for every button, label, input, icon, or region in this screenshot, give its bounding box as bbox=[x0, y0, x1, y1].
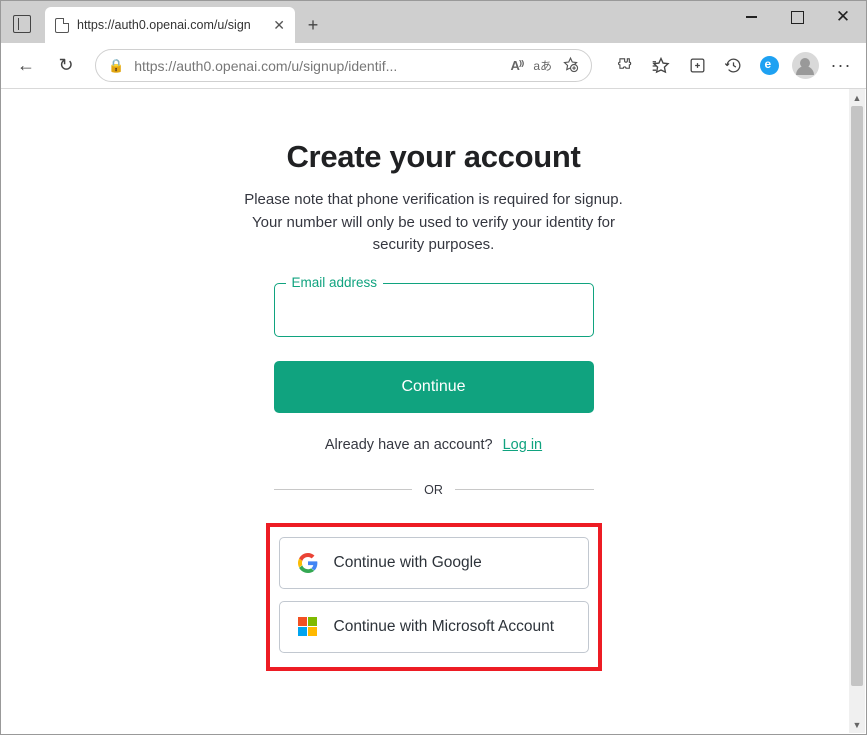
collections-icon[interactable] bbox=[680, 49, 714, 83]
more-menu-icon[interactable]: ··· bbox=[824, 49, 858, 83]
divider-text: OR bbox=[424, 483, 443, 497]
window-close-button[interactable]: ✕ bbox=[820, 1, 866, 33]
profile-avatar[interactable] bbox=[788, 49, 822, 83]
extensions-icon[interactable] bbox=[608, 49, 642, 83]
divider-line bbox=[274, 489, 413, 490]
login-prompt: Already have an account? bbox=[325, 437, 493, 453]
page-icon bbox=[55, 18, 69, 33]
google-button-label: Continue with Google bbox=[334, 554, 482, 572]
page-subtitle: Please note that phone verification is r… bbox=[244, 189, 624, 257]
login-row: Already have an account? Log in bbox=[164, 437, 704, 453]
address-bar[interactable]: 🔒 https://auth0.openai.com/u/signup/iden… bbox=[95, 49, 592, 82]
scrollbar-thumb[interactable] bbox=[851, 106, 863, 686]
history-icon[interactable] bbox=[716, 49, 750, 83]
continue-microsoft-button[interactable]: Continue with Microsoft Account bbox=[279, 601, 589, 653]
ie-mode-icon[interactable] bbox=[752, 49, 786, 83]
scroll-down-arrow[interactable]: ▼ bbox=[849, 716, 865, 733]
refresh-button[interactable] bbox=[49, 49, 83, 83]
lock-icon: 🔒 bbox=[108, 58, 124, 74]
back-button[interactable] bbox=[9, 49, 43, 83]
browser-toolbar: 🔒 https://auth0.openai.com/u/signup/iden… bbox=[1, 43, 866, 89]
favorite-icon[interactable] bbox=[562, 56, 579, 76]
email-input[interactable] bbox=[274, 283, 594, 337]
translate-icon[interactable]: aあ bbox=[533, 57, 552, 74]
email-label: Email address bbox=[286, 275, 384, 290]
browser-tab[interactable]: https://auth0.openai.com/u/sign ✕ bbox=[45, 7, 295, 43]
page-heading: Create your account bbox=[164, 139, 704, 175]
page-viewport: ▲ ▼ Create your account Please note that… bbox=[2, 89, 865, 733]
scroll-up-arrow[interactable]: ▲ bbox=[849, 89, 865, 106]
google-icon bbox=[298, 553, 318, 573]
tab-actions-icon[interactable] bbox=[13, 15, 31, 33]
microsoft-icon bbox=[298, 617, 318, 637]
continue-google-button[interactable]: Continue with Google bbox=[279, 537, 589, 589]
continue-button[interactable]: Continue bbox=[274, 361, 594, 413]
window-titlebar: https://auth0.openai.com/u/sign ✕ + ✕ bbox=[1, 1, 866, 43]
favorites-icon[interactable] bbox=[644, 49, 678, 83]
email-field-wrap: Email address bbox=[274, 283, 594, 337]
new-tab-button[interactable]: + bbox=[299, 11, 327, 39]
vertical-scrollbar[interactable]: ▲ ▼ bbox=[849, 89, 865, 733]
social-buttons-highlight: Continue with Google Continue with Micro… bbox=[266, 523, 602, 671]
tab-title: https://auth0.openai.com/u/sign bbox=[77, 18, 265, 32]
window-minimize-button[interactable] bbox=[728, 1, 774, 33]
microsoft-button-label: Continue with Microsoft Account bbox=[334, 618, 555, 636]
login-link[interactable]: Log in bbox=[503, 437, 543, 453]
window-maximize-button[interactable] bbox=[774, 1, 820, 33]
url-text: https://auth0.openai.com/u/signup/identi… bbox=[134, 58, 500, 74]
read-aloud-icon[interactable]: A⁾⁾ bbox=[511, 58, 524, 74]
divider-line bbox=[455, 489, 594, 490]
or-divider: OR bbox=[274, 483, 594, 497]
close-tab-icon[interactable]: ✕ bbox=[273, 17, 285, 34]
